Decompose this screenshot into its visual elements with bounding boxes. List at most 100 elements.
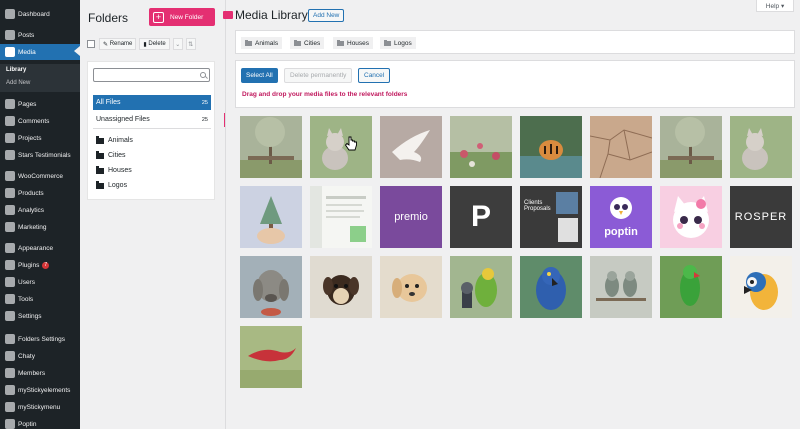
select-all-folders-checkbox[interactable] — [87, 40, 95, 48]
media-thumbnail-plant-in-hand[interactable] — [240, 186, 302, 248]
unassigned-label: Unassigned Files — [96, 116, 150, 123]
sidebar-item-mystickyelements[interactable]: myStickyelements — [0, 382, 80, 398]
media-thumbnail-blue-macaw[interactable] — [520, 256, 582, 318]
media-thumbnail-prosper-logo[interactable]: ROSPER — [730, 186, 792, 248]
wrench-icon — [5, 294, 15, 304]
rename-button[interactable]: ✎ Rename — [99, 38, 137, 50]
sidebar-item-plugins[interactable]: Plugins 7 — [0, 257, 80, 273]
sidebar-item-tools[interactable]: Tools — [0, 291, 80, 307]
media-thumbnail-poptin-logo[interactable]: poptin — [590, 186, 652, 248]
folder-label: Logos — [108, 182, 128, 189]
sidebar-item-pages[interactable]: Pages — [0, 96, 80, 112]
tag-cities[interactable]: Cities — [290, 37, 325, 49]
media-thumbnail-cute-cat-illustration[interactable] — [660, 186, 722, 248]
thumbnail-image — [730, 116, 792, 178]
sidebar-item-stars-testimonials[interactable]: Stars Testimonials — [0, 147, 80, 163]
media-thumbnail-kitten[interactable] — [310, 116, 372, 178]
media-thumbnail-weimaraner[interactable] — [240, 256, 302, 318]
folder-icon — [384, 39, 391, 46]
sidebar-item-dashboard[interactable]: Dashboard — [0, 6, 80, 22]
media-thumbnail-green-parrot[interactable] — [660, 256, 722, 318]
collapse-panel-handle[interactable] — [223, 11, 233, 19]
sidebar-item-poptin[interactable]: Poptin — [0, 416, 80, 429]
media-thumbnail-lovebirds[interactable] — [590, 256, 652, 318]
media-thumbnail-puppy-2[interactable] — [380, 256, 442, 318]
media-thumbnail-puppy[interactable] — [310, 256, 372, 318]
sidebar-item-members[interactable]: Members — [0, 365, 80, 381]
all-files-count: 25 — [201, 99, 208, 106]
media-thumbnail-red-bird[interactable] — [240, 326, 302, 388]
media-thumbnail-white-dove[interactable] — [380, 116, 442, 178]
select-all-button[interactable]: Select All — [241, 68, 278, 83]
sidebar-item-label: Analytics — [18, 206, 45, 214]
sidebar-item-label: Appearance — [18, 244, 54, 252]
thumbnail-image — [240, 256, 302, 318]
help-button[interactable]: Help ▾ — [756, 0, 794, 12]
tag-houses[interactable]: Houses — [333, 37, 374, 49]
media-thumbnail-tree-swing[interactable] — [240, 116, 302, 178]
sidebar-item-folders-settings[interactable]: Folders Settings — [0, 331, 80, 347]
all-files-item[interactable]: All Files 25 — [93, 95, 211, 110]
sidebar-item-woocommerce[interactable]: WooCommerce — [0, 168, 80, 184]
media-thumbnail-clients-proposals[interactable]: Clients Proposals — [520, 186, 582, 248]
unassigned-files-item[interactable]: Unassigned Files 25 — [93, 113, 211, 126]
chart-icon — [5, 205, 15, 215]
folder-label: Houses — [108, 167, 132, 174]
hand-cursor-icon — [344, 136, 357, 151]
delete-permanently-button[interactable]: Delete permanently — [284, 68, 353, 83]
sidebar-item-comments[interactable]: Comments — [0, 113, 80, 129]
thumbnail-image — [240, 186, 302, 248]
resize-handle[interactable] — [224, 113, 225, 127]
plus-icon: + — [153, 11, 164, 23]
thumbnail-image — [590, 116, 652, 178]
page-icon — [5, 99, 15, 109]
tag-logos[interactable]: Logos — [380, 37, 416, 49]
submenu-library[interactable]: Library — [6, 67, 26, 73]
media-thumbnail-blue-gold-macaw[interactable] — [730, 256, 792, 318]
media-thumbnail-p-logo[interactable]: P — [450, 186, 512, 248]
update-count-badge: 7 — [42, 261, 50, 269]
sidebar-item-label: Stars Testimonials — [18, 151, 71, 159]
media-thumbnail-premio-logo[interactable]: premio — [380, 186, 442, 248]
all-files-label: All Files — [96, 99, 121, 106]
folder-item-cities[interactable]: Cities — [96, 151, 126, 159]
folder-item-logos[interactable]: Logos — [96, 181, 128, 189]
media-thumbnail-parrot-mic[interactable] — [450, 256, 512, 318]
sidebar-item-users[interactable]: Users — [0, 274, 80, 290]
submenu-add-new[interactable]: Add New — [6, 80, 30, 86]
tag-animals[interactable]: Animals — [241, 37, 283, 49]
cancel-button[interactable]: Cancel — [358, 68, 391, 83]
sidebar-item-projects[interactable]: Projects — [0, 130, 80, 146]
sidebar-item-mystickymenu[interactable]: myStickymenu — [0, 399, 80, 415]
sidebar-item-products[interactable]: Products — [0, 185, 80, 201]
media-thumbnail-wildflowers[interactable] — [450, 116, 512, 178]
folder-item-houses[interactable]: Houses — [96, 166, 132, 174]
media-thumbnail-kitten-2[interactable] — [730, 116, 792, 178]
sticky-icon — [5, 402, 15, 412]
add-new-button[interactable]: Add New — [308, 9, 345, 22]
media-thumbnail-tree-swing-2[interactable] — [660, 116, 722, 178]
folder-icon — [96, 166, 104, 174]
folder-search-input[interactable] — [93, 68, 210, 82]
sticky-icon — [5, 385, 15, 395]
media-thumbnail-cracked-earth[interactable] — [590, 116, 652, 178]
sidebar-item-settings[interactable]: Settings — [0, 308, 80, 324]
folder-icon — [294, 39, 301, 46]
media-thumbnail-dashboard-screenshot[interactable] — [310, 186, 372, 248]
sidebar-item-media[interactable]: Media — [0, 44, 80, 60]
delete-button[interactable]: ▮ Delete — [139, 38, 170, 50]
woocommerce-icon — [5, 171, 15, 181]
sidebar-item-marketing[interactable]: Marketing — [0, 219, 80, 235]
thumbnail-image — [310, 256, 372, 318]
sidebar-item-chaty[interactable]: Chaty — [0, 348, 80, 364]
sidebar-item-posts[interactable]: Posts — [0, 27, 80, 43]
sidebar-item-analytics[interactable]: Analytics — [0, 202, 80, 218]
sort-icon[interactable]: ⇅ — [185, 38, 196, 50]
collapse-icon[interactable]: ⌄ — [172, 38, 183, 50]
pin-icon — [5, 30, 15, 40]
folder-item-animals[interactable]: Animals — [96, 136, 133, 144]
thumbnail-image — [730, 256, 792, 318]
media-thumbnail-tiger[interactable] — [520, 116, 582, 178]
new-folder-button[interactable]: + New Folder — [149, 8, 215, 26]
sidebar-item-appearance[interactable]: Appearance — [0, 240, 80, 256]
